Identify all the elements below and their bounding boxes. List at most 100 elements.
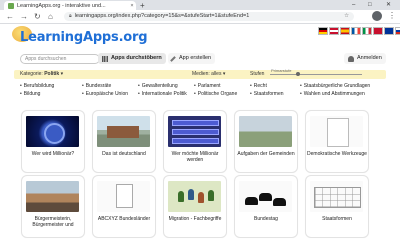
address-input[interactable]: 🔒︎ learningapps.org/index.php?category=1… xyxy=(64,12,354,21)
app-card[interactable]: Das ist deutschland xyxy=(92,110,156,173)
address-bar-row: ← → ↻ ⌂ 🔒︎ learningapps.org/index.php?ca… xyxy=(0,10,400,24)
category-value: Politik xyxy=(44,71,60,77)
media-label: Medien: alles xyxy=(192,71,222,77)
app-thumbnail xyxy=(97,116,150,147)
home-icon[interactable]: ⌂ xyxy=(48,11,53,22)
tab-title: LearningApps.org - interaktive und... xyxy=(17,2,106,9)
app-title: Migration - Fachbegriffe xyxy=(168,216,222,222)
app-thumbnail xyxy=(26,181,79,212)
back-icon[interactable]: ← xyxy=(6,11,14,22)
search-input[interactable]: Apps durchsuchen xyxy=(20,54,100,64)
profile-avatar[interactable] xyxy=(372,11,382,21)
login-button[interactable]: Anmelden xyxy=(344,53,386,64)
app-title: Demokratische Werkzeuge xyxy=(307,151,367,157)
create-app-button[interactable]: App erstellen xyxy=(168,53,216,64)
category-prefix: Kategorie: xyxy=(20,71,43,77)
app-card[interactable]: ABCXYZ Bundesländer xyxy=(92,175,156,238)
app-title: Wer wird Millionär? xyxy=(31,151,75,157)
url-text: learningapps.org/index.php?category=15&s… xyxy=(74,13,250,19)
login-label: Anmelden xyxy=(357,55,382,61)
flag-icon[interactable] xyxy=(373,27,383,35)
category-link[interactable]: Recht xyxy=(250,82,284,90)
app-card[interactable]: Demokratische Werkzeuge xyxy=(305,110,369,173)
site-logo[interactable]: LearningApps.org xyxy=(20,30,148,45)
close-window-button[interactable]: ✕ xyxy=(386,0,391,10)
chevron-down-icon: ▾ xyxy=(222,71,226,77)
app-card[interactable]: Bürgermeisterin, Bürgermeister und xyxy=(21,175,85,238)
app-thumbnail xyxy=(310,181,363,212)
levels-label: Stufen xyxy=(250,71,265,77)
browse-apps-button[interactable]: Apps durchstöbern xyxy=(98,53,166,64)
tab-close-icon[interactable]: × xyxy=(128,3,136,9)
browser-menu-icon[interactable]: ⋮ xyxy=(388,11,396,21)
category-filter[interactable]: Kategorie: Politik ▾ xyxy=(20,70,63,79)
app-thumbnail xyxy=(168,116,221,147)
browser-tab-bar: LearningApps.org - interaktive und... × … xyxy=(0,0,400,10)
category-link[interactable]: Gewaltenteilung xyxy=(138,82,187,90)
filter-bar: Kategorie: Politik ▾ Medien: alles ▾ Stu… xyxy=(14,68,386,79)
category-link[interactable]: Europäische Union xyxy=(82,90,128,98)
flag-icon[interactable] xyxy=(318,27,328,35)
app-title: Das ist deutschland xyxy=(102,151,146,157)
chevron-down-icon: ▾ xyxy=(60,71,64,77)
app-card[interactable]: Aufgaben der Gemeinden xyxy=(234,110,298,173)
flag-icon[interactable] xyxy=(351,27,361,35)
forward-icon[interactable]: → xyxy=(20,11,28,22)
category-link[interactable]: Staatsbürgerliche Grundlagen xyxy=(300,82,370,90)
new-tab-button[interactable]: + xyxy=(140,1,145,10)
grid-icon xyxy=(102,55,108,62)
flag-icon[interactable] xyxy=(340,27,350,35)
app-title: Staatsformen xyxy=(322,216,352,222)
reload-icon[interactable]: ↻ xyxy=(34,11,41,22)
app-title: Bürgermeisterin, Bürgermeister und xyxy=(32,216,74,228)
language-flags xyxy=(318,27,400,35)
app-title: ABCXYZ Bundesländer xyxy=(97,216,151,222)
category-column: Recht Staatsformen xyxy=(250,82,284,98)
flag-icon[interactable] xyxy=(362,27,372,35)
lock-icon: 🔒︎ xyxy=(69,13,72,19)
category-column: Parlament Politische Organe xyxy=(194,82,237,98)
category-link[interactable]: Internationale Politik xyxy=(138,90,187,98)
flag-icon[interactable] xyxy=(329,27,339,35)
category-link[interactable]: Staatsformen xyxy=(250,90,284,98)
category-column: Gewaltenteilung Internationale Politik xyxy=(138,82,187,98)
category-column: Staatsbürgerliche Grundlagen Wahlen und … xyxy=(300,82,370,98)
app-title: Aufgaben der Gemeinden xyxy=(237,151,295,157)
app-card[interactable]: Staatsformen xyxy=(305,175,369,238)
level-slider-handle[interactable] xyxy=(296,72,300,76)
level-slider-track[interactable] xyxy=(270,74,362,75)
browser-tab[interactable]: LearningApps.org - interaktive und... × xyxy=(4,1,136,10)
category-link[interactable]: Wahlen und Abstimmungen xyxy=(300,90,370,98)
app-card[interactable]: Migration - Fachbegriffe xyxy=(163,175,227,238)
flag-icon[interactable] xyxy=(384,27,394,35)
app-title: Wer möchte Millionär werden xyxy=(171,151,219,163)
user-icon xyxy=(348,55,354,62)
app-card[interactable]: Wer möchte Millionär werden xyxy=(163,110,227,173)
create-app-label: App erstellen xyxy=(179,55,212,61)
category-link[interactable]: Bundesräte xyxy=(82,82,128,90)
category-link[interactable]: Parlament xyxy=(194,82,237,90)
category-column: Berufsbildung Bildung xyxy=(20,82,55,98)
app-thumbnail xyxy=(26,116,79,147)
app-card[interactable]: Wer wird Millionär? xyxy=(21,110,85,173)
maximize-button[interactable]: □ xyxy=(368,0,372,10)
action-bar: Apps durchsuchen Apps durchstöbern App e… xyxy=(14,52,386,65)
bookmark-star-icon[interactable]: ☆ xyxy=(344,12,349,21)
app-thumbnail xyxy=(239,116,292,147)
pencil-icon xyxy=(170,55,176,62)
app-card[interactable]: Bundestag xyxy=(234,175,298,238)
app-thumbnail xyxy=(310,116,363,147)
flag-icon[interactable] xyxy=(395,27,400,35)
category-link[interactable]: Politische Organe xyxy=(194,90,237,98)
minimize-button[interactable]: – xyxy=(352,0,355,10)
category-column: Bundesräte Europäische Union xyxy=(82,82,128,98)
category-link[interactable]: Berufsbildung xyxy=(20,82,55,90)
app-title: Bundestag xyxy=(254,216,278,222)
app-thumbnail xyxy=(239,181,292,212)
media-filter[interactable]: Medien: alles ▾ xyxy=(192,70,225,79)
app-thumbnail xyxy=(168,181,221,212)
category-link[interactable]: Bildung xyxy=(20,90,54,98)
app-thumbnail xyxy=(97,181,150,212)
browse-apps-label: Apps durchstöbern xyxy=(111,55,162,61)
favicon-icon xyxy=(8,2,14,9)
